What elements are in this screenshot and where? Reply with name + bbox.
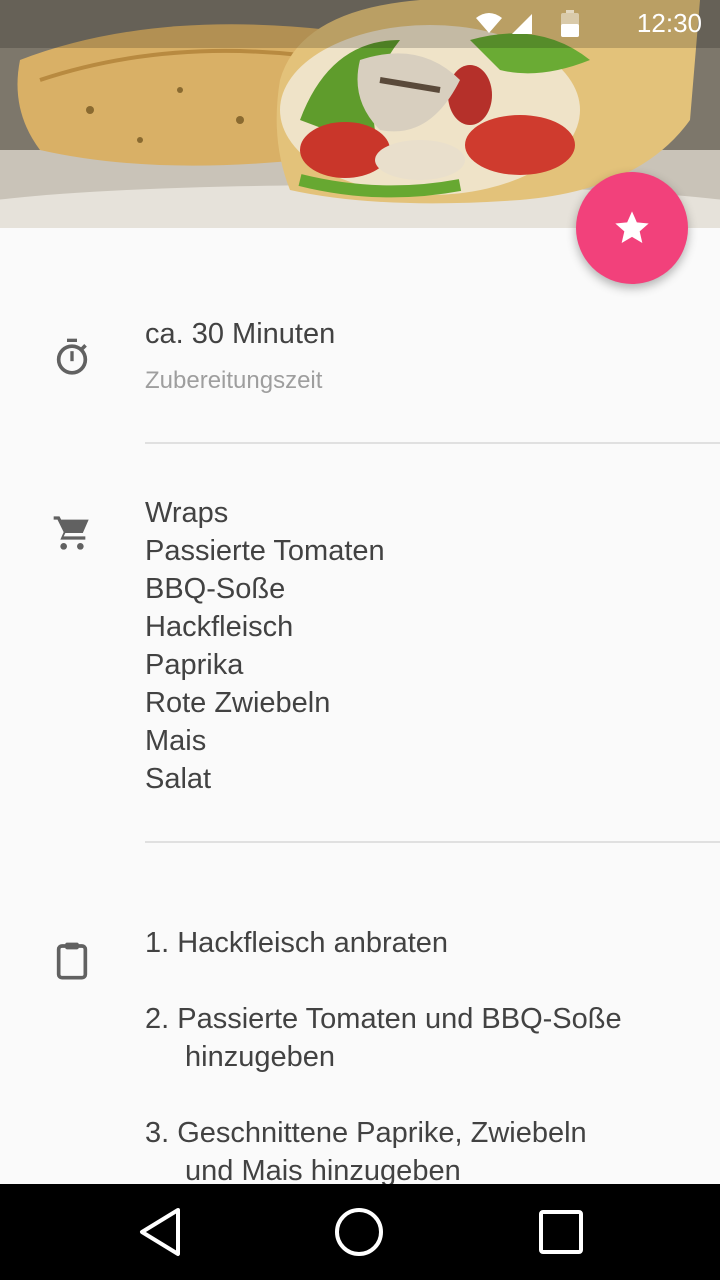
ingredient-item: Passierte Tomaten — [145, 535, 385, 567]
battery-icon — [561, 10, 579, 37]
signal-icon — [512, 14, 532, 34]
step-text-continued: hinzugeben — [185, 1041, 335, 1073]
ingredient-item: Salat — [145, 763, 212, 795]
recents-icon — [539, 1210, 583, 1254]
divider — [145, 442, 720, 444]
prep-time-label: Zubereitungszeit — [145, 367, 323, 394]
star-icon — [615, 211, 649, 243]
prep-time-value: ca. 30 Minuten — [145, 318, 336, 350]
status-time: 12:30 — [636, 8, 702, 38]
clipboard-icon — [52, 941, 92, 981]
ingredient-item: BBQ-Soße — [145, 573, 286, 605]
status-icons — [476, 10, 606, 40]
divider — [145, 841, 720, 843]
step-text: 2. Passierte Tomaten und BBQ-Soße — [145, 1003, 622, 1035]
ingredient-item: Paprika — [145, 649, 244, 681]
home-icon — [335, 1208, 383, 1256]
timer-icon — [52, 337, 92, 377]
step-text: 3. Geschnittene Paprike, Zwiebeln — [145, 1117, 587, 1149]
step-item: 3. Geschnittene Paprike, Zwiebeln und Ma… — [145, 1114, 685, 1190]
favorite-fab-button[interactable] — [576, 172, 688, 284]
step-text: 1. Hackfleisch anbraten — [145, 927, 449, 959]
step-list: 1. Hackfleisch anbraten 2. Passierte Tom… — [145, 924, 685, 1228]
back-icon — [140, 1208, 180, 1256]
home-button[interactable] — [333, 1206, 385, 1258]
status-bar: 12:30 — [0, 0, 720, 48]
ingredient-item: Mais — [145, 725, 207, 757]
ingredient-item: Hackfleisch — [145, 611, 294, 643]
ingredient-item: Rote Zwiebeln — [145, 687, 331, 719]
step-item: 2. Passierte Tomaten und BBQ-Soße hinzug… — [145, 1000, 685, 1076]
step-item: 1. Hackfleisch anbraten — [145, 924, 685, 962]
wifi-icon — [476, 13, 502, 33]
ingredient-list: Wraps Passierte Tomaten BBQ-Soße Hackfle… — [145, 494, 385, 798]
navigation-bar — [0, 1184, 720, 1280]
ingredient-item: Wraps — [145, 497, 229, 529]
back-button[interactable] — [136, 1206, 188, 1258]
recents-button[interactable] — [535, 1206, 587, 1258]
cart-icon — [52, 513, 92, 553]
